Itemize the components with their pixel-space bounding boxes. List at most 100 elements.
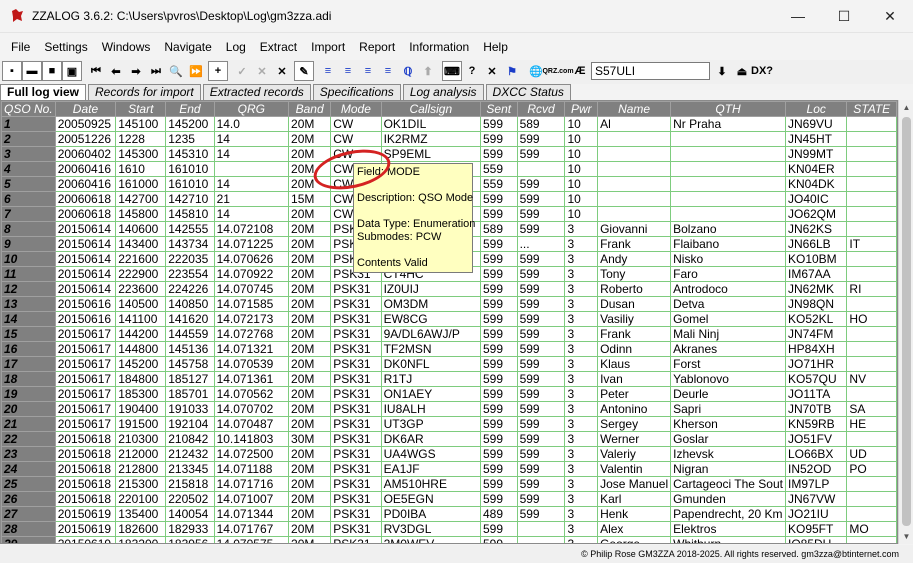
menu-navigate[interactable]: Navigate [157, 40, 218, 54]
table-cell[interactable] [846, 356, 897, 372]
callsign-input[interactable]: S57ULI [591, 62, 710, 80]
table-cell[interactable]: 20M [288, 311, 332, 327]
table-cell[interactable]: 3 [564, 296, 599, 312]
table-cell[interactable]: 14 [213, 176, 290, 192]
table-cell[interactable]: 599 [516, 386, 566, 402]
dx-button[interactable]: DX? [751, 61, 773, 81]
table-cell[interactable]: SA [846, 401, 897, 417]
table-cell[interactable]: 599 [516, 266, 566, 282]
table-row[interactable]: 24 20150618 212800 213345 14.071188 20M PSK31 E… [1, 461, 897, 477]
row-number[interactable]: 15 [1, 326, 56, 342]
table-cell[interactable]: TF2MSN [380, 341, 481, 357]
table-cell[interactable]: 599 [479, 266, 518, 282]
last-record-icon[interactable]: ⏭ [146, 61, 166, 81]
table-cell[interactable] [846, 506, 897, 522]
open-folder-icon[interactable]: ▬ [22, 61, 42, 81]
table-cell[interactable] [516, 521, 566, 537]
table-cell[interactable] [846, 191, 897, 207]
table-cell[interactable] [846, 206, 897, 222]
table-cell[interactable]: 20150617 [54, 401, 117, 417]
table-cell[interactable]: 20M [288, 401, 332, 417]
table-cell[interactable]: 184800 [115, 371, 167, 387]
table-cell[interactable]: DK6AR [380, 431, 481, 447]
table-cell[interactable]: KO57QU [784, 371, 848, 387]
table-cell[interactable] [670, 146, 786, 162]
row-number[interactable]: 6 [1, 191, 56, 207]
table-row[interactable]: 3 20060402 145300 145310 14 20M CW SP9EML 599 599… [1, 146, 897, 162]
row-number[interactable]: 10 [1, 251, 56, 267]
tab-full-log-view[interactable]: Full log view [0, 84, 87, 100]
reject-icon[interactable]: ✕ [252, 61, 272, 81]
table-cell[interactable]: UT3GP [380, 416, 481, 432]
column-header[interactable]: End [165, 101, 215, 117]
table-cell[interactable]: 223600 [115, 281, 167, 297]
column-header[interactable]: Callsign [380, 101, 481, 117]
table-cell[interactable]: PO [846, 461, 897, 477]
table-row[interactable]: 13 20150616 140500 140850 14.071585 20M PSK31 O… [1, 296, 897, 312]
table-cell[interactable]: 14 [213, 146, 290, 162]
table-cell[interactable]: 20150616 [54, 296, 117, 312]
table-cell[interactable]: 599 [479, 281, 518, 297]
table-cell[interactable]: 10 [564, 176, 599, 192]
table-cell[interactable]: 3 [564, 491, 599, 507]
table-cell[interactable]: PSK31 [330, 326, 382, 342]
table-cell[interactable]: 599 [516, 326, 566, 342]
table-cell[interactable]: 220100 [115, 491, 167, 507]
table-cell[interactable]: 20M [288, 371, 332, 387]
table-cell[interactable]: 20150617 [54, 326, 117, 342]
table-cell[interactable]: 20150617 [54, 341, 117, 357]
row-number[interactable]: 4 [1, 161, 56, 177]
table-cell[interactable]: 1610 [115, 161, 167, 177]
table-cell[interactable]: IO85DU [784, 536, 848, 543]
table-cell[interactable]: 599 [516, 176, 566, 192]
extract-date-icon[interactable]: ≡ [378, 61, 398, 81]
delete-icon[interactable]: ✕ [272, 61, 292, 81]
table-cell[interactable]: 142555 [165, 221, 215, 237]
table-cell[interactable]: 599 [516, 476, 566, 492]
row-number[interactable]: 16 [1, 341, 56, 357]
menu-file[interactable]: File [4, 40, 37, 54]
table-cell[interactable]: 20M [288, 461, 332, 477]
table-cell[interactable] [597, 146, 672, 162]
table-cell[interactable]: 559 [479, 161, 518, 177]
table-cell[interactable]: 20150617 [54, 386, 117, 402]
menu-import[interactable]: Import [304, 40, 352, 54]
table-cell[interactable]: 3 [564, 221, 599, 237]
table-cell[interactable]: 599 [516, 221, 566, 237]
table-cell[interactable]: JO62QM [784, 206, 848, 222]
table-cell[interactable]: 599 [516, 371, 566, 387]
insert-record-icon[interactable]: + [208, 61, 228, 81]
table-cell[interactable]: 599 [516, 191, 566, 207]
menu-help[interactable]: Help [476, 40, 515, 54]
table-cell[interactable]: RV3DGL [380, 521, 481, 537]
table-cell[interactable]: LO66BX [784, 446, 848, 462]
table-row[interactable]: 12 20150614 223600 224226 14.070745 20M PSK31 I… [1, 281, 897, 297]
table-cell[interactable]: IT [846, 236, 897, 252]
table-cell[interactable]: JN67VW [784, 491, 848, 507]
table-cell[interactable]: 20M [288, 446, 332, 462]
table-cell[interactable]: 143400 [115, 236, 167, 252]
table-cell[interactable]: 3 [564, 326, 599, 342]
column-header[interactable]: Name [597, 101, 672, 117]
table-cell[interactable]: 10 [564, 131, 599, 147]
column-header[interactable]: Start [115, 101, 167, 117]
table-cell[interactable]: 212432 [165, 446, 215, 462]
table-cell[interactable] [846, 476, 897, 492]
table-cell[interactable]: 14.071716 [213, 476, 290, 492]
table-cell[interactable]: 145100 [115, 116, 167, 132]
table-cell[interactable]: 10 [564, 116, 599, 132]
table-cell[interactable]: KN04ER [784, 161, 848, 177]
table-cell[interactable]: 222035 [165, 251, 215, 267]
table-cell[interactable]: 143734 [165, 236, 215, 252]
table-cell[interactable]: Forst [670, 356, 786, 372]
table-cell[interactable]: 599 [479, 476, 518, 492]
table-cell[interactable]: Gomel [670, 311, 786, 327]
table-cell[interactable]: 14.071361 [213, 371, 290, 387]
table-cell[interactable]: 3 [564, 356, 599, 372]
table-cell[interactable] [597, 131, 672, 147]
table-cell[interactable]: R1TJ [380, 371, 481, 387]
menu-extract[interactable]: Extract [253, 40, 304, 54]
table-cell[interactable]: 30M [288, 431, 332, 447]
table-cell[interactable]: Antonino [597, 401, 672, 417]
table-cell[interactable] [670, 131, 786, 147]
